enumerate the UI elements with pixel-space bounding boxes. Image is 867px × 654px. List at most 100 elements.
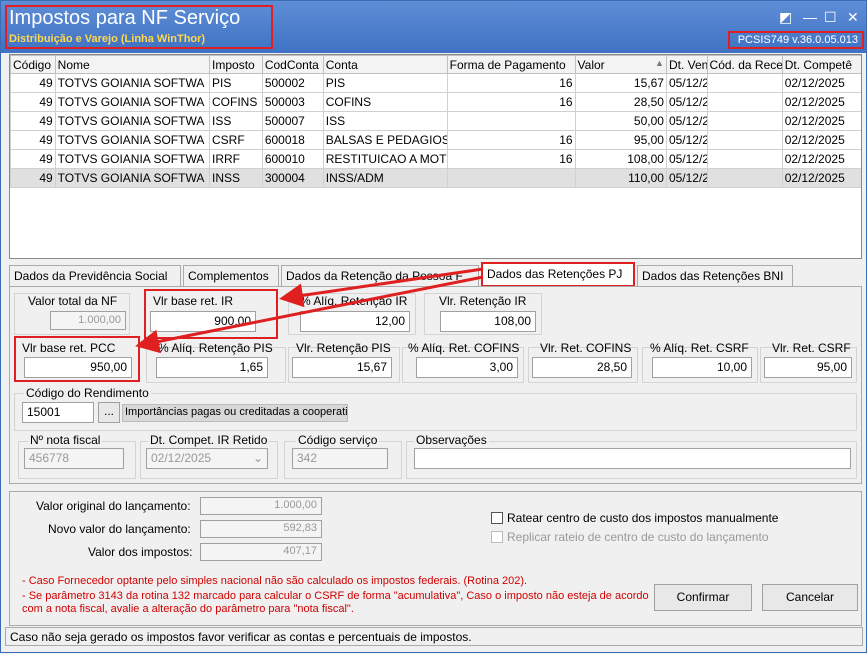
main-window: Impostos para NF Serviço Distribuição e …: [0, 0, 867, 653]
aliq-csrf-label: % Alíq. Ret. CSRF: [650, 341, 749, 355]
aliq-ir-field[interactable]: 12,00: [300, 311, 410, 332]
restore-icon[interactable]: ◩: [779, 9, 792, 26]
cell-forma: [446, 168, 576, 188]
cell-comp: 02/12/2025: [781, 73, 861, 93]
col-header-rece[interactable]: Cód. da Rece: [706, 55, 783, 74]
minimize-icon[interactable]: —: [803, 9, 817, 25]
valor-original-label: Valor original do lançamento:: [36, 499, 191, 513]
ret-pis-label: Vlr. Retenção PIS: [296, 341, 391, 355]
aliq-cofins-field[interactable]: 3,00: [416, 357, 518, 378]
cell-codigo: 49: [10, 92, 56, 112]
close-icon[interactable]: ✕: [847, 9, 859, 26]
table-row[interactable]: 49 TOTVS GOIANIA SOFTWA PIS 500002 PIS 1…: [10, 73, 861, 93]
ret-csrf-field[interactable]: 95,00: [764, 357, 852, 378]
cancel-button[interactable]: Cancelar: [762, 584, 858, 611]
cell-venc: 05/12/2: [665, 149, 708, 169]
aliq-cofins-label: % Alíq. Ret. COFINS: [408, 341, 520, 355]
window-subtitle: Distribuição e Varejo (Linha WinThor): [9, 33, 206, 45]
cell-forma: [446, 111, 576, 131]
cell-conta: BALSAS E PEDAGIOS: [322, 130, 448, 150]
cell-rece: [706, 111, 783, 131]
nf-field: 456778: [24, 448, 124, 469]
cell-nome: TOTVS GOIANIA SOFTWA: [54, 130, 211, 150]
cell-valor: 50,00: [574, 111, 667, 131]
tab-retencoes-pj[interactable]: Dados das Retenções PJ: [481, 262, 635, 287]
aliq-pis-label: % Alíq. Retenção PIS: [158, 341, 273, 355]
cell-valor: 108,00: [574, 149, 667, 169]
ratear-label[interactable]: Ratear centro de custo dos impostos manu…: [507, 511, 778, 525]
table-row[interactable]: 49 TOTVS GOIANIA SOFTWA ISS 500007 ISS 5…: [10, 111, 861, 131]
cod-rendimento-lookup-button[interactable]: ...: [98, 402, 120, 423]
col-header-comp[interactable]: Dt. Competê: [781, 55, 861, 74]
window-title: Impostos para NF Serviço: [9, 7, 241, 29]
col-header-forma[interactable]: Forma de Pagamento: [446, 55, 576, 74]
cell-comp: 02/12/2025: [781, 149, 861, 169]
aliq-csrf-field[interactable]: 10,00: [652, 357, 752, 378]
cell-rece: [706, 130, 783, 150]
cell-nome: TOTVS GOIANIA SOFTWA: [54, 111, 211, 131]
table-row[interactable]: 49 TOTVS GOIANIA SOFTWA INSS 300004 INSS…: [10, 168, 861, 188]
col-header-codigo[interactable]: Código: [10, 55, 56, 74]
aliq-pis-field[interactable]: 1,65: [156, 357, 268, 378]
valor-original-field: 1.000,00: [200, 497, 322, 515]
cell-conta: PIS: [322, 73, 448, 93]
novo-valor-label: Novo valor do lançamento:: [48, 522, 191, 536]
table-row[interactable]: 49 TOTVS GOIANIA SOFTWA COFINS 500003 CO…: [10, 92, 861, 112]
cell-codigo: 49: [10, 130, 56, 150]
base-ir-field[interactable]: 900,00: [150, 311, 256, 332]
cell-codconta: 500003: [261, 92, 324, 112]
cell-venc: 05/12/2: [665, 73, 708, 93]
version-label: PCSIS749 v.36.0.05.013: [728, 31, 864, 49]
cod-servico-label: Código serviço: [296, 433, 380, 447]
ret-cofins-field[interactable]: 28,50: [532, 357, 632, 378]
base-pcc-field[interactable]: 950,00: [24, 357, 132, 378]
observacoes-field[interactable]: [414, 448, 851, 469]
cell-forma: 16: [446, 130, 576, 150]
col-header-nome[interactable]: Nome: [54, 55, 211, 74]
cell-nome: TOTVS GOIANIA SOFTWA: [54, 92, 211, 112]
tab-bar: Dados da Previdência Social Complementos…: [9, 262, 862, 287]
compet-value: 02/12/2025: [151, 451, 212, 465]
tab-complementos[interactable]: Complementos: [183, 265, 279, 287]
tab-retencoes-bni[interactable]: Dados das Retenções BNI: [637, 265, 793, 287]
ratear-checkbox[interactable]: [491, 512, 503, 524]
base-pcc-label: Vlr base ret. PCC: [22, 341, 116, 355]
cell-forma: 16: [446, 149, 576, 169]
col-header-imposto[interactable]: Imposto: [209, 55, 263, 74]
table-row[interactable]: 49 TOTVS GOIANIA SOFTWA IRRF 600010 REST…: [10, 149, 861, 169]
col-header-valor[interactable]: Valor ▲: [574, 55, 667, 74]
cod-rendimento-label: Código do Rendimento: [24, 386, 151, 400]
nf-label: Nº nota fiscal: [28, 433, 103, 447]
cell-rece: [706, 168, 783, 188]
col-header-conta[interactable]: Conta: [322, 55, 448, 74]
cell-nome: TOTVS GOIANIA SOFTWA: [54, 149, 211, 169]
cell-codconta: 600010: [261, 149, 324, 169]
col-header-codconta[interactable]: CodConta: [261, 55, 324, 74]
taxes-grid[interactable]: Código Nome Imposto CodConta Conta Forma…: [9, 54, 862, 259]
ret-cofins-label: Vlr. Ret. COFINS: [540, 341, 632, 355]
cell-imposto: COFINS: [209, 92, 263, 112]
confirm-button[interactable]: Confirmar: [654, 584, 752, 611]
maximize-icon[interactable]: ☐: [824, 9, 837, 26]
cell-codigo: 49: [10, 73, 56, 93]
cell-codconta: 500002: [261, 73, 324, 93]
valor-total-field: 1.000,00: [50, 311, 126, 330]
ret-pis-field[interactable]: 15,67: [292, 357, 392, 378]
cell-venc: 05/12/2: [665, 92, 708, 112]
cell-comp: 02/12/2025: [781, 92, 861, 112]
valor-impostos-label: Valor dos impostos:: [88, 545, 193, 559]
cell-valor: 95,00: [574, 130, 667, 150]
cell-forma: 16: [446, 92, 576, 112]
cell-valor: 28,50: [574, 92, 667, 112]
note-line-2: - Se parâmetro 3143 da rotina 132 marcad…: [22, 590, 649, 602]
chevron-down-icon: ⌄: [252, 451, 263, 465]
replicar-checkbox: [491, 531, 503, 543]
cell-valor: 15,67: [574, 73, 667, 93]
tab-retencao-pf[interactable]: Dados da Retenção da Pessoa F: [281, 265, 479, 287]
tab-previdencia[interactable]: Dados da Previdência Social: [9, 265, 181, 287]
ret-ir-field[interactable]: 108,00: [440, 311, 536, 332]
table-row[interactable]: 49 TOTVS GOIANIA SOFTWA CSRF 600018 BALS…: [10, 130, 861, 150]
cod-rendimento-field[interactable]: 15001: [22, 402, 94, 423]
col-header-venc[interactable]: Dt. Venc: [665, 55, 708, 74]
note-line-3: com a nota fiscal, avalie a alteração do…: [22, 603, 354, 615]
